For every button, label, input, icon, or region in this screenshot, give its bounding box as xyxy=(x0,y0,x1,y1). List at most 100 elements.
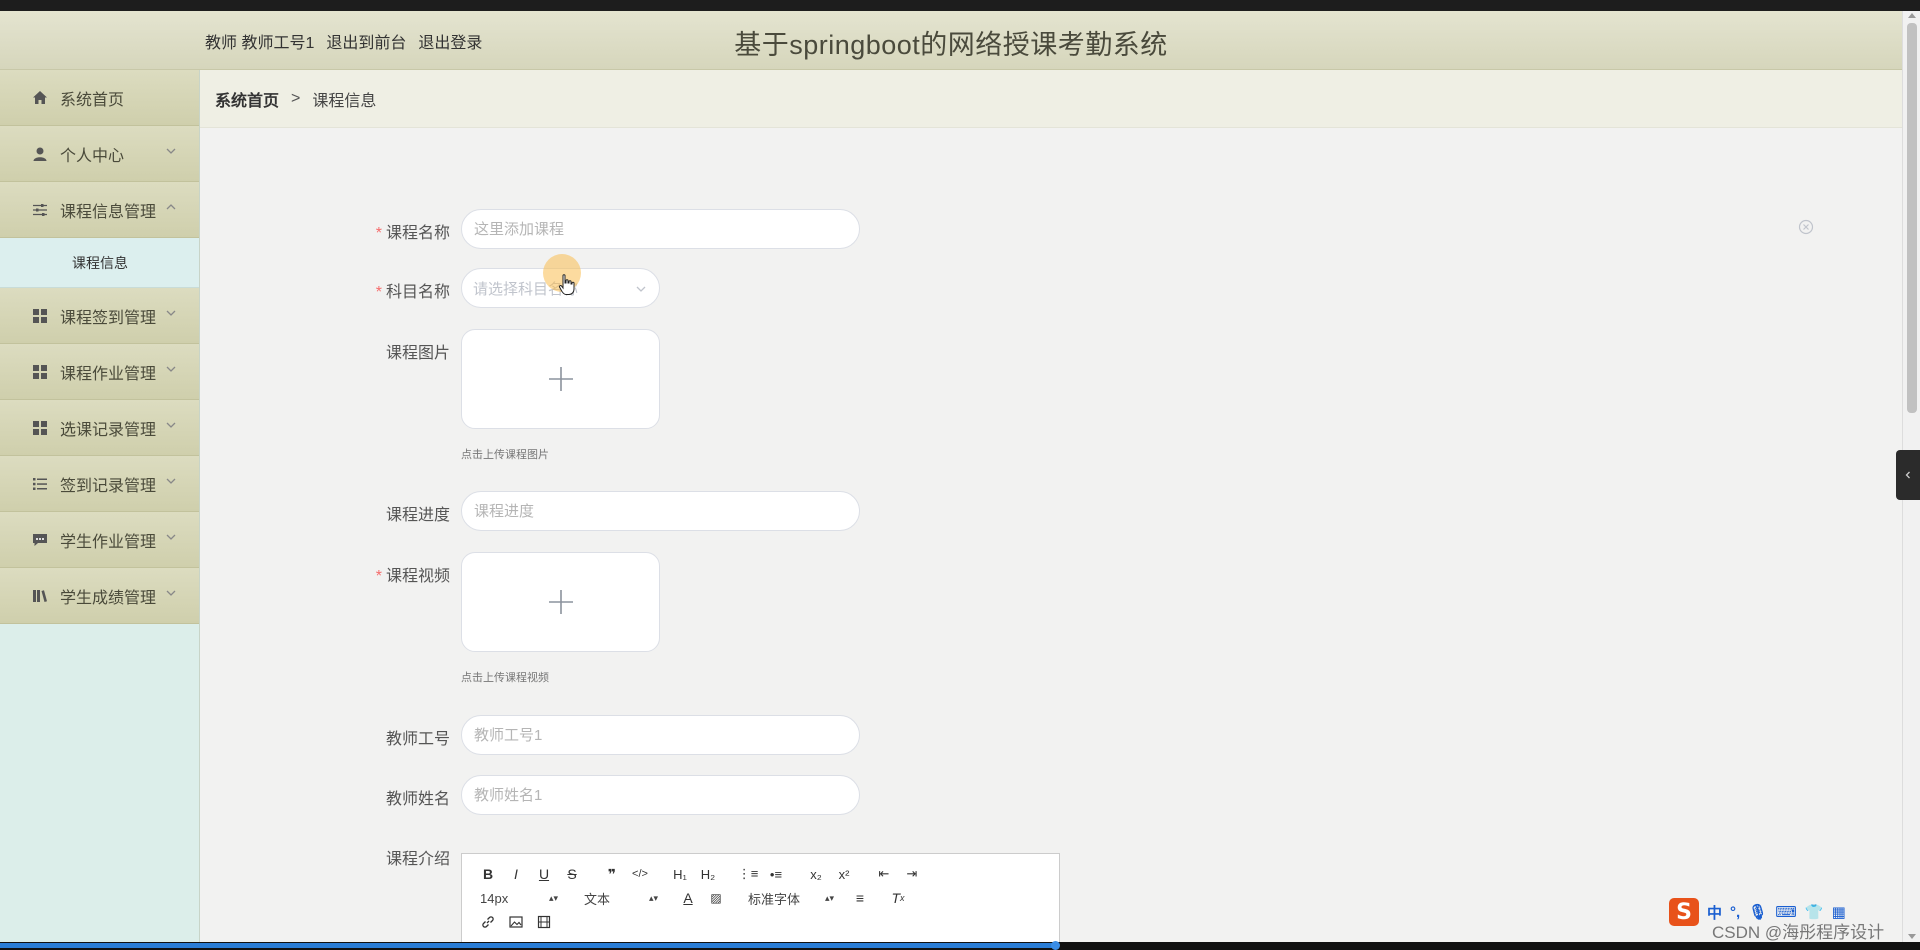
chevron-left-icon xyxy=(1905,471,1910,479)
bold-icon[interactable]: B xyxy=(474,863,502,885)
sidebar-item-course-homework[interactable]: 课程作业管理 xyxy=(0,344,199,400)
sidebar-item-course-checkin[interactable]: 课程签到管理 xyxy=(0,288,199,344)
sidebar-item-course-management[interactable]: 课程信息管理 xyxy=(0,182,199,238)
course-video-upload[interactable] xyxy=(461,552,660,652)
plus-icon xyxy=(548,367,573,391)
sidebar-item-label: 选课记录管理 xyxy=(60,421,157,439)
required-star: * xyxy=(375,284,382,301)
sidebar: 系统首页 个人中心 课程信息管理 课程信息 课程签到管理 课程作业管理 选课记录… xyxy=(0,70,200,942)
font-size-select[interactable]: 14px ▴▾ xyxy=(474,891,564,906)
sidebar-item-label: 系统首页 xyxy=(60,91,125,109)
chevron-down-icon xyxy=(166,590,176,596)
close-circle-icon[interactable] xyxy=(1798,219,1814,235)
breadcrumb-current: 课程信息 xyxy=(312,92,377,110)
course-intro-label: 课程介绍 xyxy=(385,851,450,868)
sidebar-item-student-homework[interactable]: 学生作业管理 xyxy=(0,512,199,568)
background-color-icon[interactable]: ▨ xyxy=(702,887,730,909)
clear-format-icon[interactable]: Tx xyxy=(884,887,912,909)
sliders-icon xyxy=(30,200,50,220)
chat-icon xyxy=(30,530,50,550)
teacher-id-input[interactable] xyxy=(461,715,860,755)
scrollbar-thumb[interactable] xyxy=(1907,23,1917,413)
course-intro-editor: B I U S ❞ </> H₁ H₂ ⋮≡ •≡ x₂ x² ⇤ ⇥ 14px… xyxy=(461,853,1060,950)
sidebar-item-profile[interactable]: 个人中心 xyxy=(0,126,199,182)
editor-toolbar-row-3 xyxy=(462,910,1059,934)
ordered-list-icon[interactable]: ⋮≡ xyxy=(734,863,762,885)
breadcrumb-home-link[interactable]: 系统首页 xyxy=(215,87,279,111)
heading1-icon[interactable]: H₁ xyxy=(666,863,694,885)
app-title: 基于springboot的网络授课考勤系统 xyxy=(734,30,1168,60)
course-form: *课程名称 *科目名称 请选择科目名称 课程图片 点击上传课程图片 课程进度 *… xyxy=(200,128,1902,950)
font-family-select[interactable]: 标准字体 ▴▾ xyxy=(730,889,840,908)
app-header: 教师 教师工号1 退出到前台 退出登录 基于springboot的网络授课考勤系… xyxy=(0,11,1902,70)
bullet-list-icon[interactable]: •≡ xyxy=(762,863,790,885)
chevron-down-icon xyxy=(166,366,176,372)
indent-icon[interactable]: ⇥ xyxy=(898,863,926,885)
chevron-down-icon xyxy=(636,286,646,292)
text-style-value: 文本 xyxy=(584,891,611,907)
code-block-icon[interactable]: </> xyxy=(626,863,654,885)
subject-name-label: * 科目名称 xyxy=(375,284,450,301)
superscript-icon[interactable]: x² xyxy=(830,863,858,885)
sidebar-subitem-course-info[interactable]: 课程信息 xyxy=(0,238,199,288)
sidebar-item-enrollment-records[interactable]: 选课记录管理 xyxy=(0,400,199,456)
required-star: * xyxy=(375,568,382,585)
sidebar-item-label: 个人中心 xyxy=(60,147,125,165)
select-arrows-icon: ▴▾ xyxy=(548,892,558,903)
blockquote-icon[interactable]: ❞ xyxy=(598,863,626,885)
course-video-hint: 点击上传课程视频 xyxy=(461,672,549,684)
course-name-input[interactable] xyxy=(461,209,860,249)
link-icon[interactable] xyxy=(474,911,502,933)
course-progress-input[interactable] xyxy=(461,491,860,531)
window-top-strip xyxy=(0,0,1920,11)
scroll-down-icon[interactable] xyxy=(1908,934,1916,939)
progress-knob xyxy=(1051,941,1060,950)
home-icon xyxy=(30,88,50,108)
teacher-name-input[interactable] xyxy=(461,775,860,815)
video-icon[interactable] xyxy=(530,911,558,933)
sidebar-item-label: 课程信息管理 xyxy=(60,203,157,221)
sidebar-item-home[interactable]: 系统首页 xyxy=(0,70,199,126)
plus-icon xyxy=(548,590,573,614)
strikethrough-icon[interactable]: S xyxy=(558,863,586,885)
outdent-icon[interactable]: ⇤ xyxy=(870,863,898,885)
italic-icon[interactable]: I xyxy=(502,863,530,885)
user-icon xyxy=(30,144,50,164)
subscript-icon[interactable]: x₂ xyxy=(802,863,830,885)
chevron-down-icon xyxy=(166,534,176,540)
select-arrows-icon: ▴▾ xyxy=(824,892,834,903)
chevron-down-icon xyxy=(166,422,176,428)
sidebar-item-student-grades[interactable]: 学生成绩管理 xyxy=(0,568,199,624)
select-arrows-icon: ▴▾ xyxy=(648,892,658,903)
grid-icon xyxy=(30,362,50,382)
required-star: * xyxy=(375,225,382,242)
align-left-icon[interactable]: ≡ xyxy=(846,887,874,909)
image-icon[interactable] xyxy=(502,911,530,933)
editor-toolbar-row-2: 14px ▴▾ 文本 ▴▾ A ▨ 标准字体 ▴▾ ≡ Tx xyxy=(462,886,1059,910)
sidebar-item-label: 课程作业管理 xyxy=(60,365,157,383)
text-style-select[interactable]: 文本 ▴▾ xyxy=(564,889,664,908)
course-progress-label: 课程进度 xyxy=(385,507,450,524)
sogou-logo-icon[interactable]: S xyxy=(1669,898,1699,926)
grid-icon xyxy=(30,418,50,438)
font-size-value: 14px xyxy=(480,890,509,906)
course-image-label: 课程图片 xyxy=(385,345,450,362)
sidebar-item-label: 学生作业管理 xyxy=(60,533,157,551)
underline-icon[interactable]: U xyxy=(530,863,558,885)
teacher-id-label: 教师工号 xyxy=(385,731,450,748)
font-color-icon[interactable]: A xyxy=(674,887,702,909)
list-icon xyxy=(30,474,50,494)
page-load-progress xyxy=(0,943,1058,948)
breadcrumb: 系统首页 > 课程信息 xyxy=(200,70,1902,128)
chevron-down-icon xyxy=(166,478,176,484)
sidebar-item-checkin-records[interactable]: 签到记录管理 xyxy=(0,456,199,512)
chevron-down-icon xyxy=(166,310,176,316)
course-image-upload[interactable] xyxy=(461,329,660,429)
chevron-up-icon xyxy=(166,204,176,210)
font-family-value: 标准字体 xyxy=(748,891,801,907)
grid-icon xyxy=(30,306,50,326)
heading2-icon[interactable]: H₂ xyxy=(694,863,722,885)
scroll-up-icon[interactable] xyxy=(1908,13,1916,18)
editor-toolbar-row-1: B I U S ❞ </> H₁ H₂ ⋮≡ •≡ x₂ x² ⇤ ⇥ xyxy=(462,862,1059,886)
side-panel-toggle[interactable] xyxy=(1896,450,1920,500)
